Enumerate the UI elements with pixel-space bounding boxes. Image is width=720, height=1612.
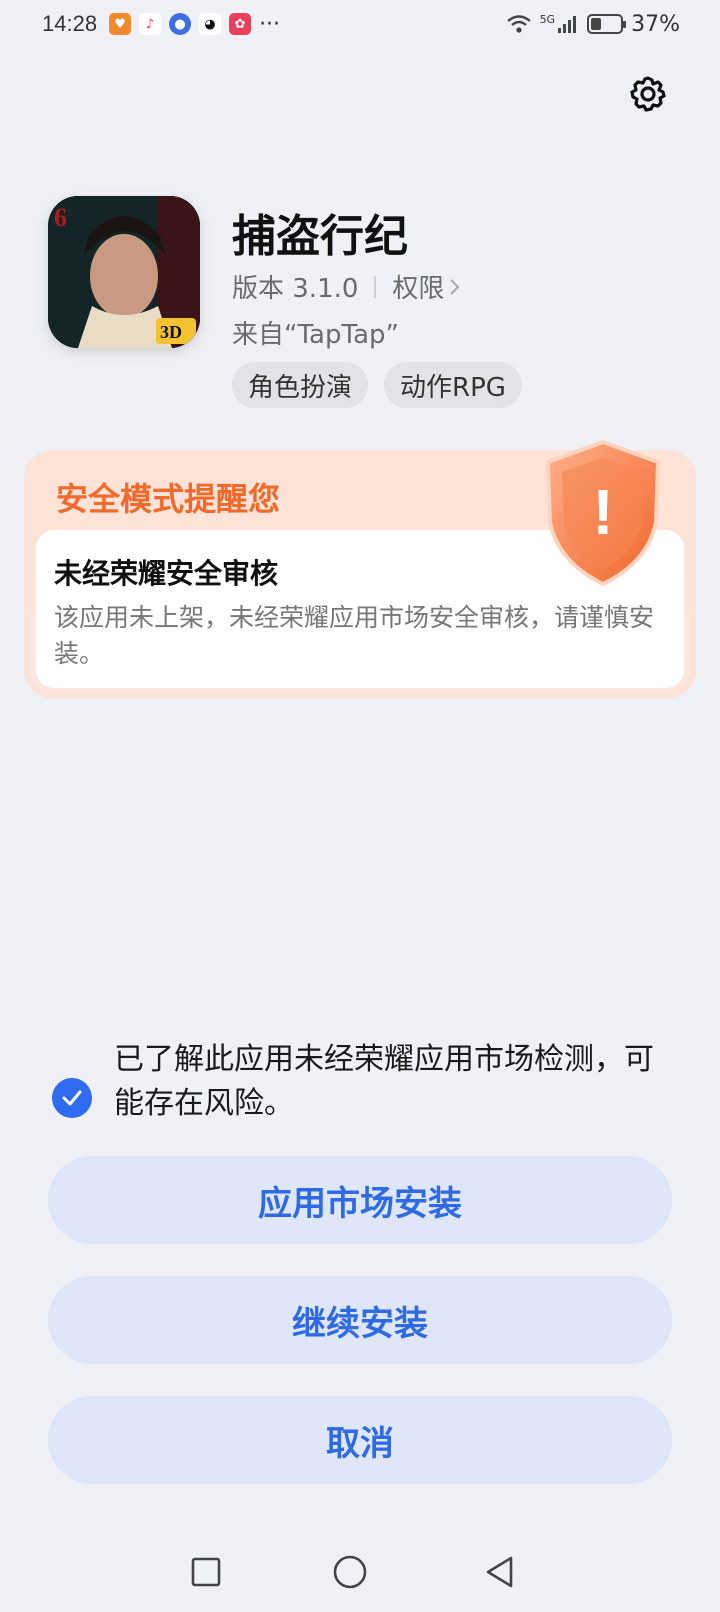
news-icon: ✿ xyxy=(229,13,252,35)
app-icon-number: 6 xyxy=(54,203,67,232)
app-icon-art: 6 3D xyxy=(48,196,200,348)
battery-percent: 37% xyxy=(631,11,680,37)
penguin-icon: ◕ xyxy=(199,13,222,35)
back-button[interactable] xyxy=(478,1550,522,1594)
shield-exclamation-mark: ! xyxy=(592,476,613,548)
security-warning-card: 安全模式提醒您 未经荣耀安全审核 该应用未上架，未经荣耀应用市场安全审核，请谨慎… xyxy=(24,439,696,698)
warning-shield-icon: ! xyxy=(545,439,661,587)
back-triangle-icon xyxy=(486,1556,513,1588)
permissions-label: 权限 xyxy=(392,274,445,304)
tag-action-rpg: 动作RPG xyxy=(384,362,522,408)
cancel-button[interactable]: 取消 xyxy=(48,1396,672,1484)
battery-level xyxy=(591,18,602,30)
warning-title: 安全模式提醒您 xyxy=(56,480,281,518)
install-page: 14:28 ♥ ♪ ● ◕ ✿ ··· 5G 37% 6 3D 捕盗行纪 版本 … xyxy=(0,0,720,1612)
more-notifications-icon: ··· xyxy=(259,11,281,37)
circle-icon xyxy=(333,1555,367,1589)
network-type: 5G xyxy=(539,12,556,26)
app-name: 捕盗行纪 xyxy=(232,211,408,262)
app-source: 来自“TapTap” xyxy=(232,320,399,350)
navigation-bar xyxy=(0,1540,720,1604)
app-tags: 角色扮演 动作RPG xyxy=(232,362,522,408)
warning-subtitle: 未经荣耀安全审核 xyxy=(54,557,279,590)
app-meta: 版本 3.1.0 权限 xyxy=(232,268,462,305)
continue-install-button[interactable]: 继续安装 xyxy=(48,1276,672,1364)
gear-icon xyxy=(630,76,666,112)
status-right: 5G 37% xyxy=(506,12,680,37)
risk-acknowledge-text: 已了解此应用未经荣耀应用市场检测，可能存在风险。 xyxy=(114,1042,654,1121)
status-time: 14:28 xyxy=(42,11,98,36)
app-icon: 6 3D xyxy=(48,196,200,348)
status-bar: 14:28 ♥ ♪ ● ◕ ✿ ··· 5G 37% xyxy=(0,0,720,48)
square-icon xyxy=(191,1557,221,1587)
status-left: 14:28 ♥ ♪ ● ◕ ✿ ··· xyxy=(42,11,280,37)
wifi-icon xyxy=(506,15,531,33)
permissions-link[interactable]: 权限 xyxy=(392,268,462,305)
battery-icon xyxy=(587,14,627,34)
chevron-right-icon xyxy=(450,278,460,295)
app-version: 版本 3.1.0 xyxy=(232,274,359,304)
music-icon: ♪ xyxy=(139,13,162,35)
checkbox-checked-icon[interactable] xyxy=(52,1078,92,1118)
app-store-install-button[interactable]: 应用市场安装 xyxy=(48,1156,672,1244)
heart-app-icon: ♥ xyxy=(109,13,132,35)
warning-description: 该应用未上架，未经荣耀应用市场安全审核，请谨慎安装。 xyxy=(54,603,655,668)
meta-divider xyxy=(374,275,377,298)
settings-button[interactable] xyxy=(626,72,670,116)
signal-icon xyxy=(558,16,577,33)
checkmark-icon xyxy=(62,1090,82,1106)
risk-acknowledge-row[interactable]: 已了解此应用未经荣耀应用市场检测，可能存在风险。 xyxy=(52,1038,654,1126)
home-button[interactable] xyxy=(328,1550,372,1594)
recent-apps-button[interactable] xyxy=(184,1550,228,1594)
tag-role-playing: 角色扮演 xyxy=(232,362,369,408)
app-icon-3d-label: 3D xyxy=(160,322,182,342)
browser-icon: ● xyxy=(169,13,192,35)
